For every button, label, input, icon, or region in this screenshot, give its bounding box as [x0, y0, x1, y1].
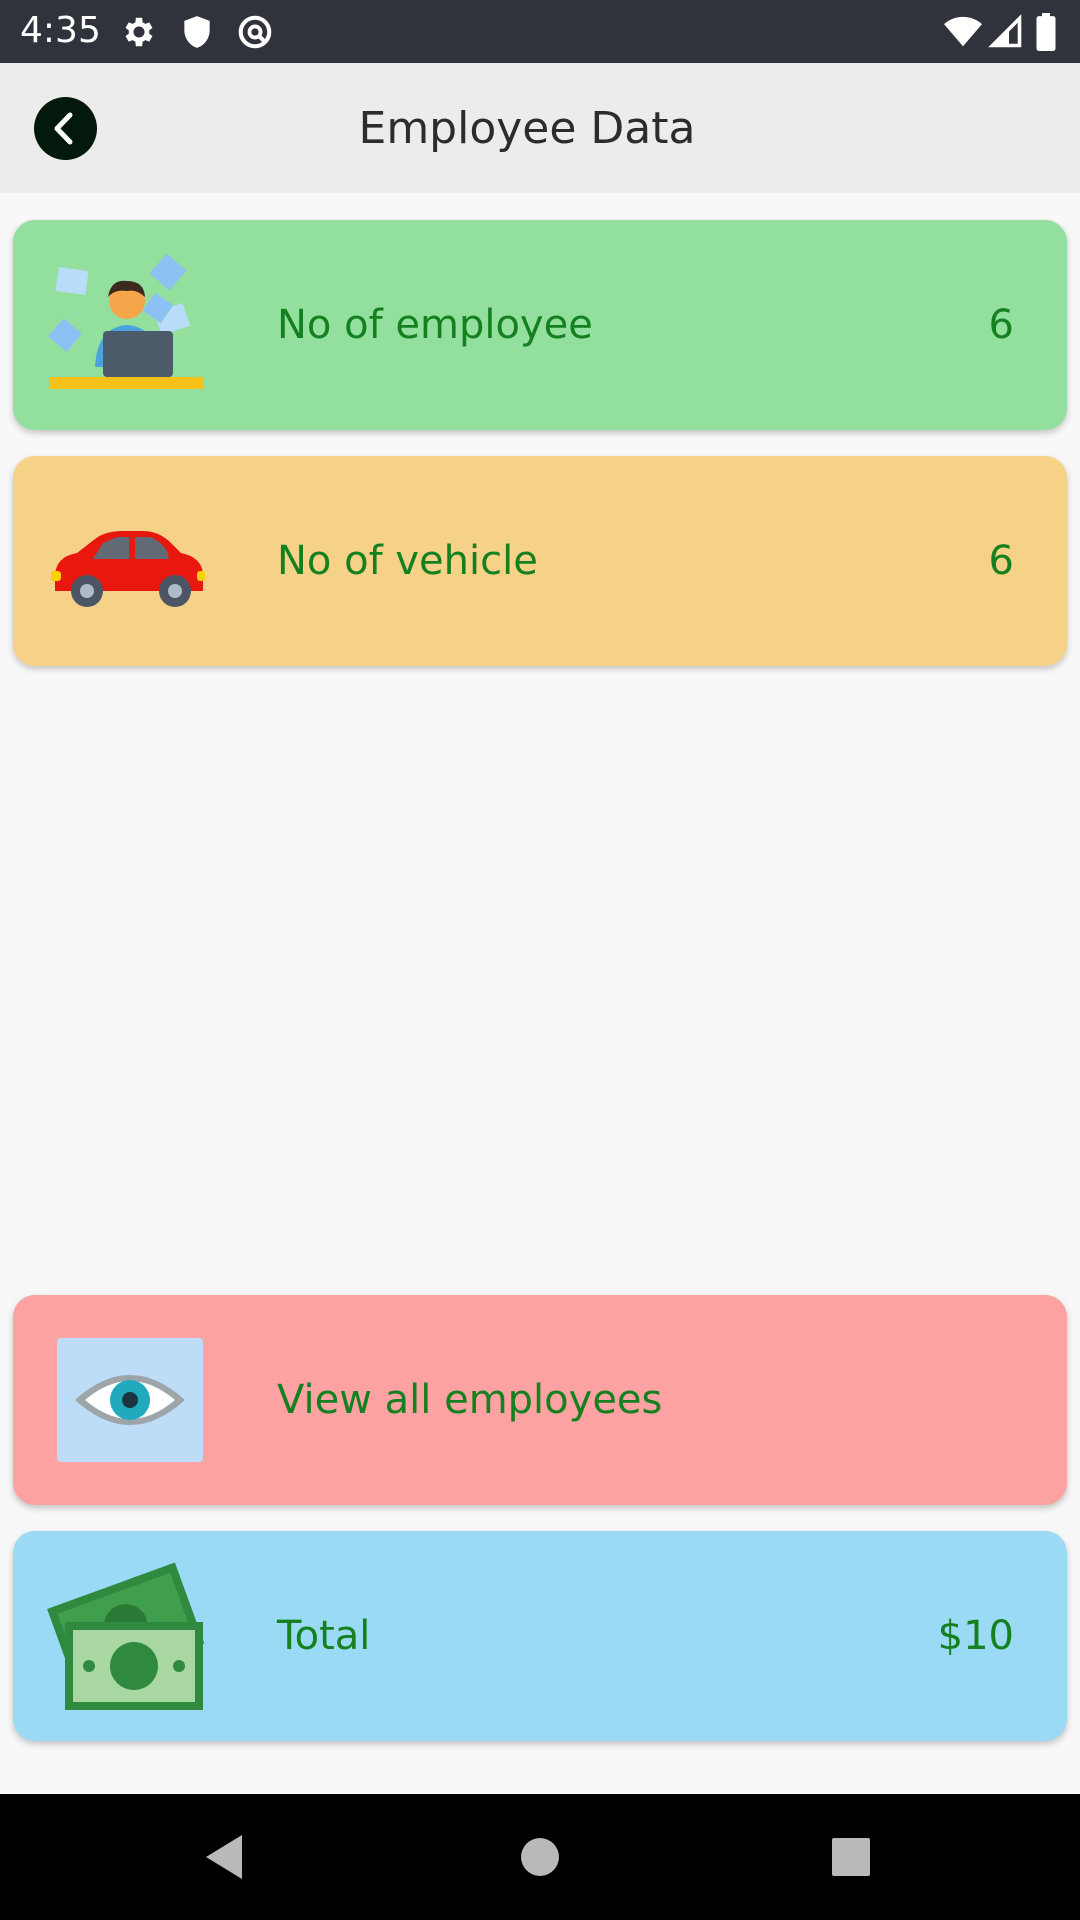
- status-time: 4:35: [20, 10, 101, 51]
- view-all-employees-label: View all employees: [277, 1377, 663, 1423]
- page-title: Employee Data: [358, 103, 696, 154]
- total-card: Total $10: [13, 1531, 1067, 1741]
- cell-signal-icon: [988, 14, 1022, 48]
- total-value: $10: [937, 1613, 1014, 1659]
- wifi-icon: [944, 16, 982, 47]
- total-label: Total: [277, 1613, 371, 1659]
- eye-icon: [57, 1338, 203, 1462]
- back-triangle-icon[interactable]: [198, 1829, 254, 1885]
- app-bar: Employee Data: [0, 63, 1080, 193]
- vehicle-count-value: 6: [988, 538, 1014, 584]
- status-bar: 4:35: [0, 0, 1080, 63]
- money-bills-icon: [47, 1562, 205, 1710]
- vehicle-count-card: No of vehicle 6: [13, 456, 1067, 666]
- battery-icon: [1036, 13, 1056, 51]
- red-car-icon: [51, 531, 205, 607]
- shield-icon: [184, 16, 210, 48]
- employee-count-card: No of employee 6: [13, 220, 1067, 430]
- gear-icon: [125, 17, 153, 47]
- system-nav-bar: [0, 1794, 1080, 1920]
- home-circle-icon[interactable]: [512, 1829, 568, 1885]
- vehicle-count-label: No of vehicle: [277, 538, 538, 584]
- view-all-employees-button[interactable]: View all employees: [13, 1295, 1067, 1505]
- vpn-key-icon: [238, 15, 272, 49]
- employee-count-value: 6: [988, 302, 1014, 348]
- employee-at-laptop-icon: [48, 253, 203, 389]
- recents-square-icon[interactable]: [823, 1829, 879, 1885]
- employee-count-label: No of employee: [277, 302, 593, 348]
